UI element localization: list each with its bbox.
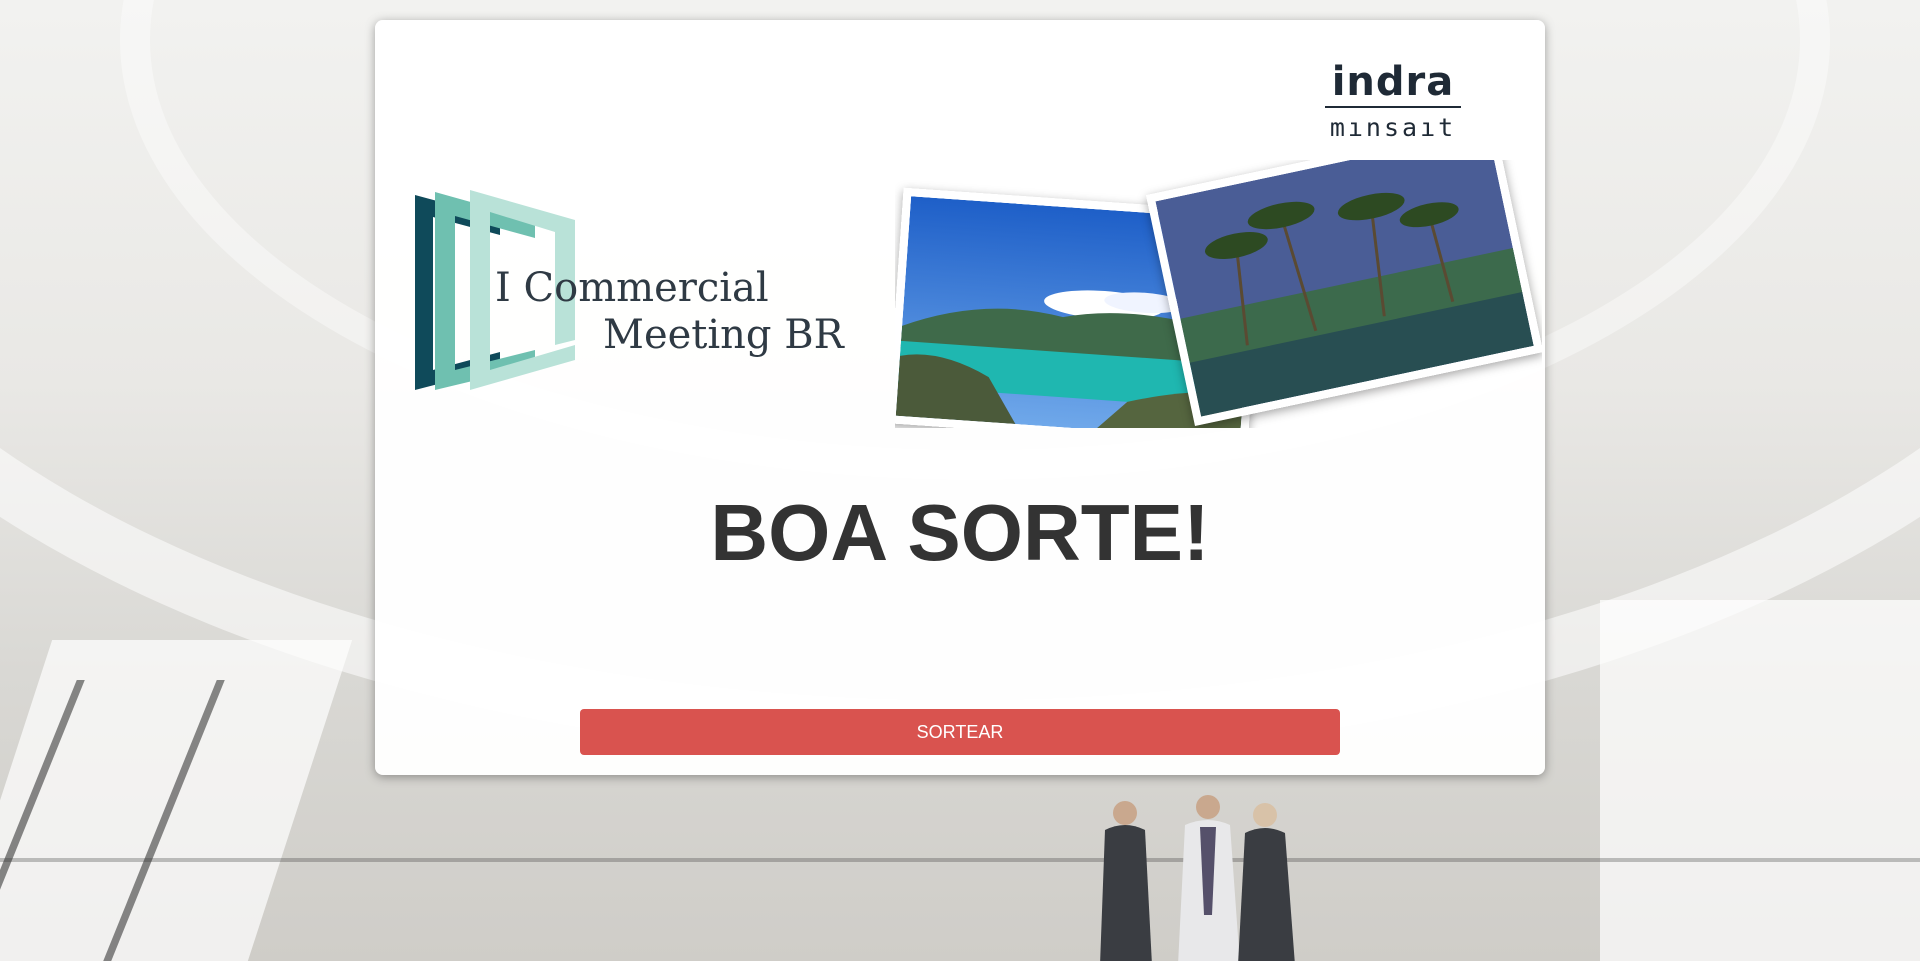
brand-logo-divider — [1325, 106, 1461, 108]
brand-logo-top: indra — [1331, 59, 1455, 105]
glass-railing — [0, 858, 1920, 862]
palm-trees-pool-photo — [1145, 160, 1542, 426]
good-luck-headline: BOA SORTE! — [710, 488, 1210, 577]
event-title-line-2: Meeting BR — [603, 312, 844, 358]
business-people-figures — [1100, 795, 1295, 961]
photo-collage — [895, 160, 1542, 428]
brand-logo-bottom: mınsaıt — [1329, 113, 1457, 142]
indra-minsait-logo: indra mınsaıt — [1323, 60, 1463, 142]
draw-card: indra mınsaıt I Commercial Meeting BR BO… — [375, 20, 1545, 775]
draw-button[interactable]: SORTEAR — [580, 709, 1340, 755]
event-title-line-1: I Commercial — [495, 265, 769, 311]
atrium-pillar-right — [1600, 600, 1920, 961]
